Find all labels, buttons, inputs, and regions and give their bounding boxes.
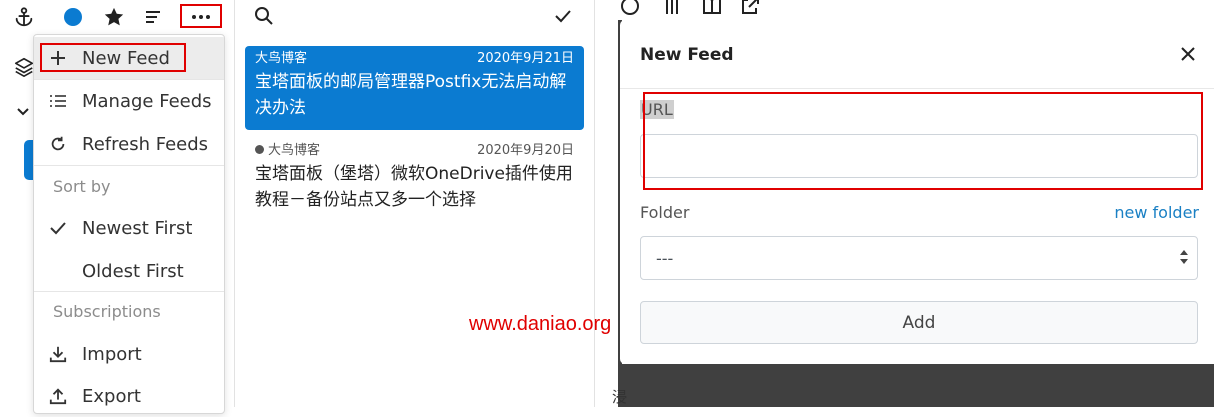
modal-divider — [620, 88, 1214, 89]
new-folder-link[interactable]: new folder — [1114, 203, 1199, 222]
more-highlight-box — [180, 4, 222, 28]
menu-item-manage-feeds[interactable]: Manage Feeds — [34, 80, 224, 122]
menu-item-import[interactable]: Import — [34, 333, 224, 375]
article-item[interactable]: 大鸟博客 2020年9月20日 宝塔面板（堡塔）微软OneDrive插件使用教程… — [245, 138, 584, 216]
chevron-down-icon[interactable] — [16, 104, 30, 123]
external-link-icon[interactable] — [740, 0, 760, 20]
sliders-icon[interactable] — [662, 0, 682, 20]
anchor-icon[interactable] — [12, 5, 36, 29]
circle-icon[interactable] — [61, 5, 85, 29]
article-date: 2020年9月20日 — [477, 143, 574, 158]
search-icon[interactable] — [254, 6, 274, 30]
download-icon — [34, 345, 82, 363]
watermark-text: www.daniao.org — [469, 313, 612, 335]
folder-select-value: --- — [656, 249, 674, 268]
upload-icon — [34, 387, 82, 405]
mark-all-read-icon[interactable] — [553, 6, 573, 30]
article-title: 宝塔面板（堡塔）微软OneDrive插件使用教程－备份站点又多一个选择 — [255, 164, 573, 210]
book-icon[interactable] — [702, 0, 722, 20]
menu-item-label: Oldest First — [82, 260, 184, 282]
menu-item-label: Import — [82, 343, 142, 365]
list-icon[interactable] — [141, 5, 165, 29]
layers-icon[interactable] — [13, 56, 35, 82]
list-icon — [34, 93, 82, 109]
new-feed-highlight-box — [40, 43, 186, 72]
menu-item-export[interactable]: Export — [34, 375, 224, 417]
modal-backdrop[interactable] — [620, 364, 1214, 407]
close-icon[interactable] — [1176, 42, 1200, 66]
article-toolbar — [614, 0, 1214, 20]
menu-item-label: Export — [82, 385, 141, 407]
article-date: 2020年9月21日 — [477, 51, 574, 66]
article-item[interactable]: 大鸟博客 2020年9月21日 宝塔面板的邮局管理器Postfix无法启动解决办… — [245, 46, 584, 130]
menu-item-label: Newest First — [82, 217, 193, 239]
modal-title: New Feed — [640, 45, 734, 65]
unread-dot-icon — [255, 145, 264, 154]
background-text: 浸 — [612, 388, 628, 406]
column-divider — [234, 0, 235, 407]
article-source: 大鸟博客 — [255, 51, 308, 66]
more-menu: New Feed Manage Feeds Refresh Feeds Sort… — [33, 34, 225, 414]
article-source: 大鸟博客 — [268, 143, 321, 158]
url-highlight-box — [643, 92, 1203, 190]
menu-item-oldest-first[interactable]: Oldest First — [34, 250, 224, 292]
circle-outline-icon[interactable] — [620, 0, 640, 20]
check-icon — [34, 221, 82, 235]
select-arrows-icon — [1179, 249, 1189, 269]
menu-header-sort-by: Sort by — [53, 177, 111, 196]
menu-item-refresh-feeds[interactable]: Refresh Feeds — [34, 123, 224, 165]
folder-label: Folder — [640, 203, 690, 222]
menu-item-label: Manage Feeds — [82, 90, 212, 112]
menu-header-subscriptions: Subscriptions — [53, 302, 161, 321]
menu-divider — [34, 291, 224, 292]
column-divider — [594, 0, 595, 407]
new-feed-modal: New Feed URL Folder new folder --- Add — [620, 20, 1214, 364]
sidebar-toolbar — [0, 0, 235, 34]
add-button[interactable]: Add — [640, 301, 1198, 344]
menu-item-newest-first[interactable]: Newest First — [34, 207, 224, 249]
menu-item-label: Refresh Feeds — [82, 133, 209, 155]
article-title: 宝塔面板的邮局管理器Postfix无法启动解决办法 — [255, 72, 567, 118]
star-icon[interactable] — [102, 5, 126, 29]
folder-select[interactable]: --- — [640, 236, 1198, 280]
menu-divider — [34, 165, 224, 166]
refresh-icon — [34, 135, 82, 153]
